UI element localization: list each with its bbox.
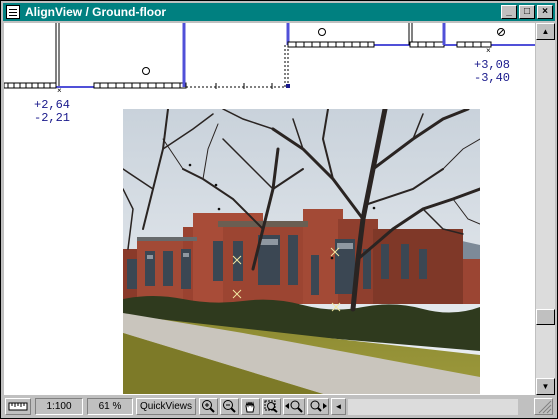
building-photo[interactable] [123, 109, 480, 394]
window-title: AlignView / Ground-floor [25, 5, 167, 19]
scroll-left-icon[interactable]: ◄ [331, 398, 346, 415]
zoom-next-icon[interactable] [307, 398, 329, 415]
maximize-button[interactable]: □ [519, 5, 535, 19]
horizontal-scroll-track[interactable] [348, 399, 518, 415]
title-bar[interactable]: AlignView / Ground-floor _ □ × [3, 3, 555, 21]
building-photo-drawing [123, 109, 480, 394]
drawing-canvas[interactable]: × × +2,64 -2,21 +3,08 -3,40 [4, 23, 535, 395]
scale-field[interactable]: 1:100 [35, 398, 83, 415]
status-bar: 1:100 61 % QuickViews ◄ [3, 397, 555, 417]
scroll-up-icon[interactable]: ▲ [536, 23, 555, 40]
svg-text:×: × [486, 46, 491, 55]
close-button[interactable]: × [537, 5, 553, 19]
left-coordinate-readout: +2,64 -2,21 [34, 99, 70, 125]
vertical-scroll-thumb[interactable] [536, 309, 555, 325]
resize-grip-icon[interactable] [534, 398, 553, 415]
svg-text:×: × [57, 86, 62, 95]
hand-pan-icon[interactable] [241, 398, 260, 415]
zoom-previous-icon[interactable] [283, 398, 305, 415]
zoom-out-icon[interactable] [220, 398, 239, 415]
fit-zoom-icon[interactable] [262, 398, 281, 415]
quickviews-button[interactable]: QuickViews [136, 398, 196, 415]
right-coordinate-readout: +3,08 -3,40 [474, 59, 510, 85]
zoom-in-icon[interactable] [199, 398, 218, 415]
minimize-button[interactable]: _ [501, 5, 517, 19]
document-icon[interactable] [6, 5, 20, 19]
zoom-field[interactable]: 61 % [87, 398, 133, 415]
ruler-icon[interactable] [5, 398, 31, 415]
app-window: AlignView / Ground-floor _ □ × × × +2,64… [0, 0, 558, 419]
left-readout-y: -2,21 [34, 111, 71, 125]
vertical-scrollbar[interactable]: ▲ ▼ [536, 23, 555, 395]
right-readout-y: -3,40 [474, 71, 511, 85]
scroll-down-icon[interactable]: ▼ [536, 378, 555, 395]
